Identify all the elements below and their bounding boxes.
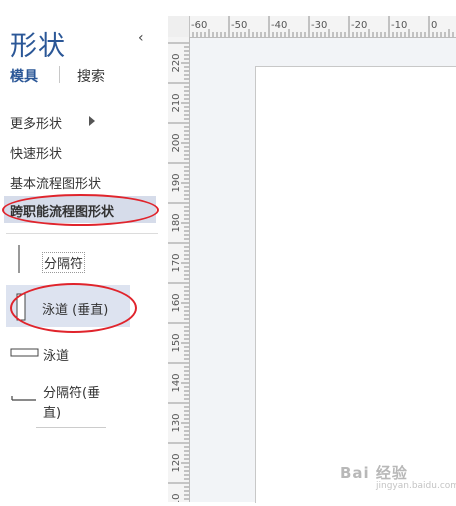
shape-label-line1: 分隔符(垂 — [43, 386, 101, 401]
shape-swimlane-vertical[interactable]: 泳道 (垂直) — [8, 288, 132, 326]
ruler-label: 0 — [431, 20, 437, 31]
pane-title: 形状 — [10, 31, 66, 62]
ruler-label: 190 — [171, 173, 182, 192]
separator-icon — [18, 245, 20, 273]
ruler-label: 150 — [171, 333, 182, 352]
shape-label-line2: 直) — [43, 406, 62, 421]
ruler-label: -20 — [351, 20, 367, 31]
ruler-label: 220 — [171, 53, 182, 72]
vertical-ruler-ticks: 220 210 200 190 180 170 160 150 140 130 120 110 — [168, 42, 189, 506]
shape-divider — [36, 427, 106, 428]
ruler-label: -60 — [191, 20, 207, 31]
more-shapes-item[interactable]: 更多形状 — [10, 113, 62, 132]
chevron-right-icon — [89, 116, 95, 126]
vertical-ruler[interactable]: 220 210 200 190 180 170 160 150 140 130 120 110 — [168, 37, 190, 506]
ruler-label: 210 — [171, 93, 182, 112]
horizontal-ruler-ticks: -60 -50 -40 -30 -20 -10 0 — [188, 16, 454, 37]
drawing-page[interactable] — [255, 66, 456, 503]
watermark-url: jingyan.baidu.com — [376, 481, 456, 491]
swimlane-vertical-icon — [16, 293, 26, 321]
tab-divider — [59, 66, 60, 83]
ruler-label: 180 — [171, 213, 182, 232]
shape-label: 泳道 — [43, 349, 70, 364]
tab-stencils[interactable]: 模具 — [10, 66, 38, 86]
ruler-label: -30 — [311, 20, 327, 31]
shape-swimlane[interactable]: 泳道 — [8, 342, 128, 366]
cross-functional-flowchart-label: 跨职能流程图形状 — [10, 205, 115, 220]
shape-separator-vertical[interactable]: 分隔符(垂 直) — [8, 380, 128, 422]
shape-separator[interactable]: 分隔符 — [8, 244, 128, 276]
ruler-label: 130 — [171, 413, 182, 432]
swimlane-icon — [10, 348, 39, 357]
ruler-corner — [168, 16, 189, 37]
ruler-label: -40 — [271, 20, 287, 31]
ruler-label: -10 — [391, 20, 407, 31]
pane-divider — [6, 233, 158, 234]
ruler-label: 160 — [171, 293, 182, 312]
tab-search[interactable]: 搜索 — [77, 66, 105, 86]
ruler-label: -50 — [231, 20, 247, 31]
shape-label: 泳道 (垂直) — [42, 303, 109, 318]
quick-shapes-item[interactable]: 快速形状 — [10, 143, 62, 162]
horizontal-ruler[interactable]: -60 -50 -40 -30 -20 -10 0 — [168, 16, 456, 38]
cross-functional-flowchart-shapes-item[interactable]: 跨职能流程图形状 — [4, 196, 156, 223]
ruler-label: 200 — [171, 133, 182, 152]
ruler-label: 140 — [171, 373, 182, 392]
basic-flowchart-shapes-item[interactable]: 基本流程图形状 — [10, 173, 101, 192]
separator-vertical-icon — [11, 396, 36, 401]
shapes-pane: 形状 ‹ 模具 搜索 更多形状 快速形状 基本流程图形状 跨职能流程图形状 分隔… — [0, 0, 168, 502]
shape-label: 分隔符 — [42, 252, 86, 273]
ruler-label: 170 — [171, 253, 182, 272]
watermark-logo: Bai 经验 — [340, 464, 408, 482]
ruler-label: 120 — [171, 453, 182, 472]
ruler-label: 110 — [171, 493, 182, 502]
collapse-pane-button[interactable]: ‹ — [138, 30, 144, 46]
